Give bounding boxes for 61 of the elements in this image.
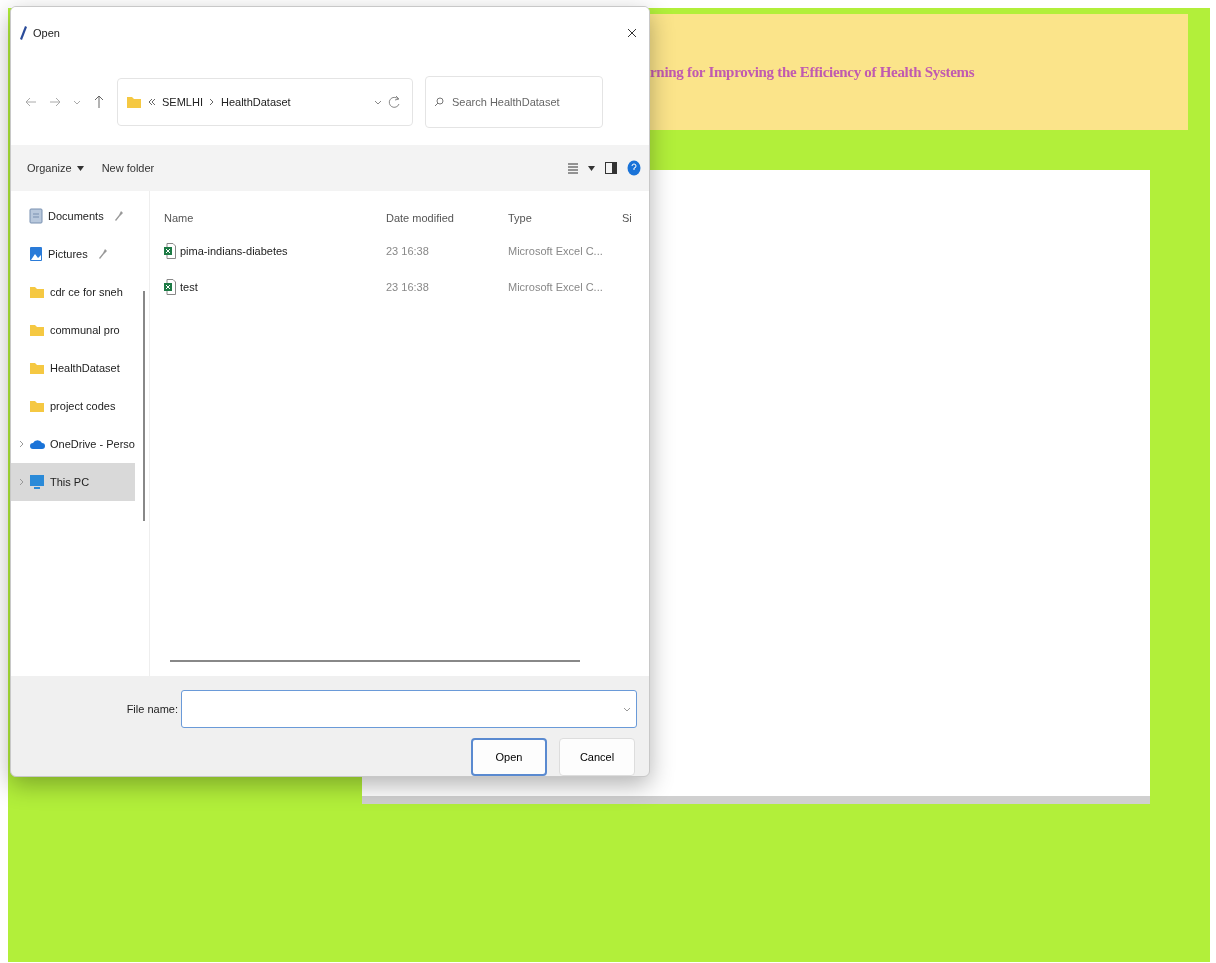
chevron-right-icon <box>19 440 24 448</box>
file-date: 23 16:38 <box>386 281 430 293</box>
back-arrow-icon[interactable] <box>25 96 37 108</box>
preview-pane-icon[interactable] <box>605 162 617 174</box>
picture-icon <box>29 246 43 262</box>
field-label: File name: <box>126 703 178 715</box>
column-header[interactable]: Si <box>622 212 642 224</box>
organize-button[interactable]: Organize <box>23 160 88 176</box>
sidebar-item[interactable]: cdr ce for sneh <box>11 273 135 311</box>
search-icon <box>434 97 444 107</box>
file-type: Microsoft Excel C... <box>508 245 604 257</box>
column-header[interactable]: Date modified <box>386 212 508 224</box>
new-folder-button[interactable]: New folder <box>97 160 159 176</box>
cloud-icon <box>29 438 45 450</box>
column-header[interactable]: Type <box>508 212 622 224</box>
folder-icon <box>29 361 45 375</box>
folder-icon <box>126 95 142 109</box>
file-date: 23 16:38 <box>386 245 430 257</box>
breadcrumb-item[interactable]: SEMLHI <box>162 96 203 108</box>
chevron-right-icon <box>19 478 24 486</box>
up-arrow-icon[interactable] <box>93 95 105 109</box>
dialog-title: Open <box>33 27 60 39</box>
refresh-icon[interactable] <box>388 95 400 109</box>
pen-icon <box>19 26 27 40</box>
breadcrumb-item[interactable]: HealthDataset <box>220 96 291 108</box>
file-name[interactable]: test <box>180 281 198 293</box>
file-name-field[interactable] <box>181 690 637 728</box>
chevron-down-icon[interactable] <box>623 705 631 713</box>
folder-icon <box>29 399 45 413</box>
column-header[interactable]: Name <box>164 212 386 224</box>
file-type: Microsoft Excel C... <box>508 281 604 293</box>
scrollbar[interactable] <box>143 291 145 521</box>
chevron-down-icon[interactable] <box>374 98 382 106</box>
folder-icon <box>29 323 45 337</box>
sidebar-item[interactable]: This PC <box>11 463 135 501</box>
spreadsheet-file-icon <box>164 279 176 295</box>
address-bar[interactable]: SEMLHI HealthDataset <box>117 78 413 126</box>
folder-icon <box>29 285 45 299</box>
chevron-right-icon <box>208 98 215 106</box>
close-icon[interactable] <box>627 28 637 38</box>
scrollbar[interactable] <box>170 660 580 662</box>
spreadsheet-file-icon <box>164 243 176 259</box>
search-field[interactable]: Search HealthDataset <box>425 76 603 128</box>
file-name[interactable]: pima-indians-diabetes <box>180 245 288 257</box>
double-chevron-icon <box>148 98 156 106</box>
chevron-down-icon[interactable] <box>73 98 81 106</box>
sidebar-item[interactable]: Documents <box>11 197 135 235</box>
forward-arrow-icon[interactable] <box>49 96 61 108</box>
help-icon[interactable] <box>627 160 641 176</box>
sidebar-item[interactable]: Pictures <box>11 235 135 273</box>
document-icon <box>29 208 43 224</box>
computer-icon <box>29 474 45 490</box>
cancel-button[interactable]: Cancel <box>559 738 635 776</box>
sidebar-item[interactable]: OneDrive - Perso <box>11 425 135 463</box>
sidebar-item[interactable]: project codes <box>11 387 135 425</box>
caret-icon <box>76 165 84 171</box>
sidebar-item[interactable]: HealthDataset <box>11 349 135 387</box>
page-title: rning for Improving the Efficiency of Health Systems <box>650 63 975 81</box>
view-options-icon[interactable] <box>568 162 578 174</box>
open-button[interactable]: Open <box>471 738 547 776</box>
sidebar-item[interactable]: communal pro <box>11 311 135 349</box>
